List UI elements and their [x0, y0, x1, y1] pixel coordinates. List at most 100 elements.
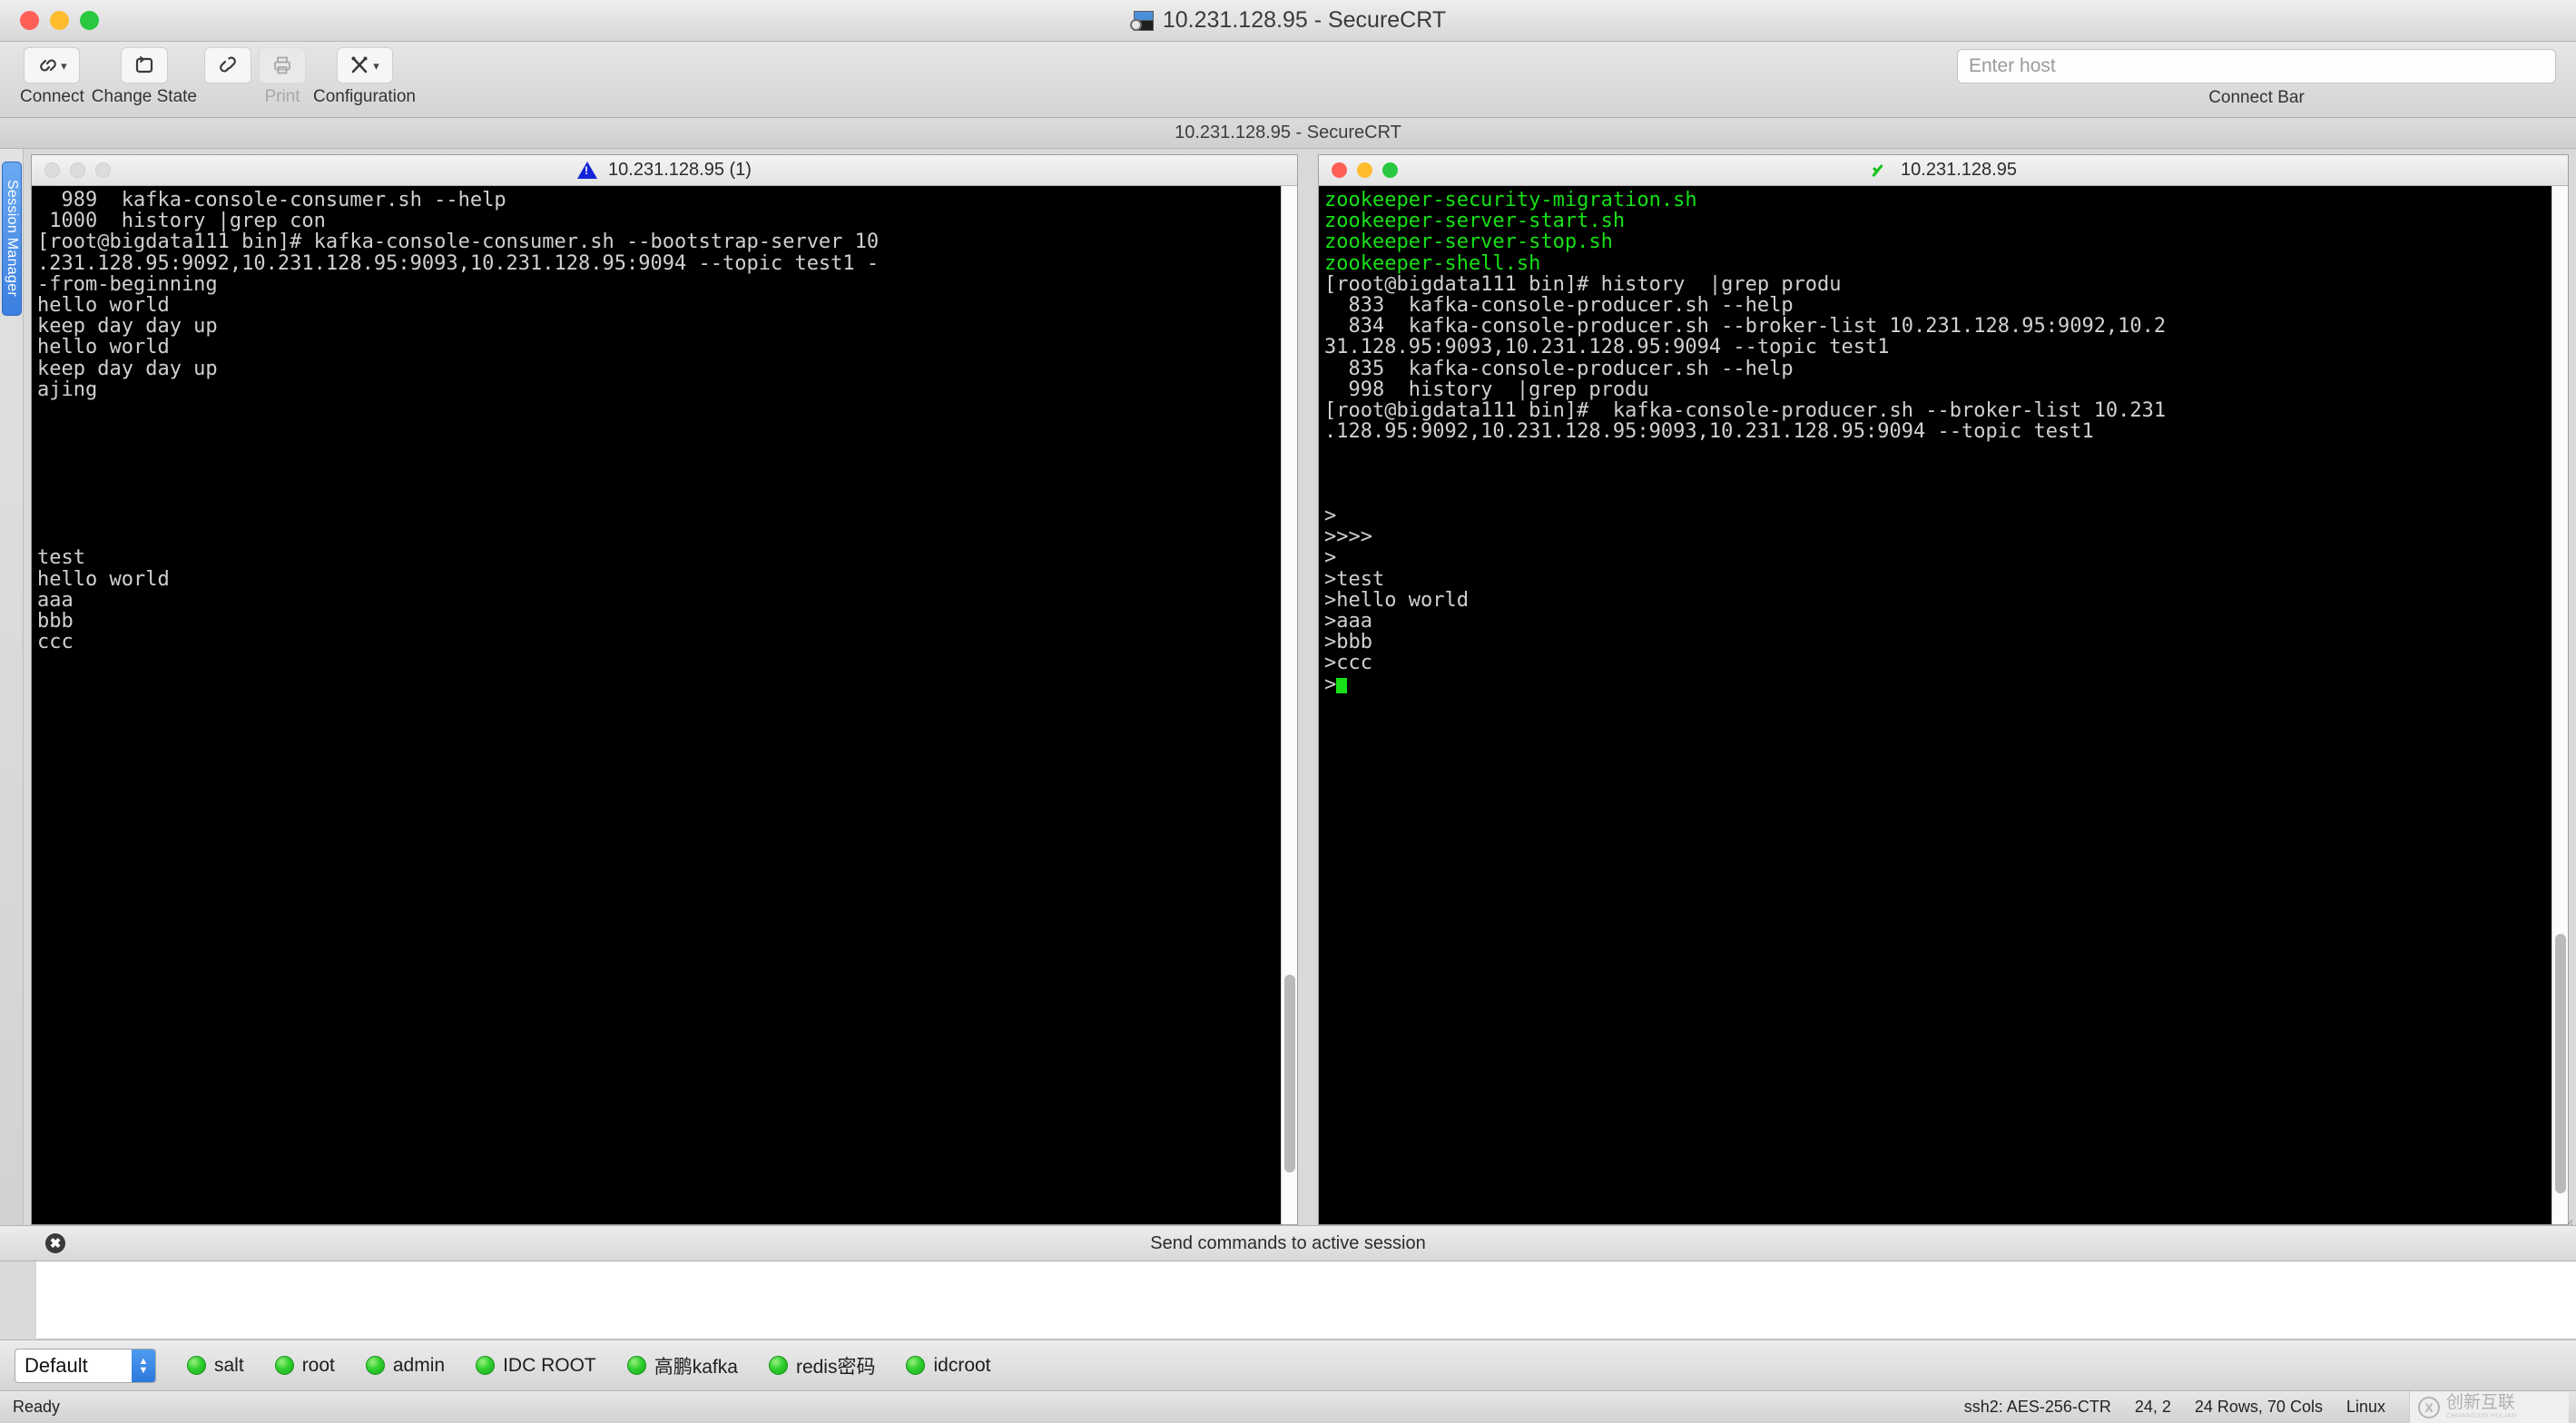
- session-manager-tab[interactable]: Session Manager: [2, 162, 22, 316]
- change-state-button[interactable]: [120, 47, 168, 83]
- right-pane-maximize-button[interactable]: [1382, 162, 1398, 178]
- terminal-pane-left[interactable]: 10.231.128.95 (1) 989 kafka-console-cons…: [31, 154, 1298, 1225]
- terminal-line: keep day day up: [37, 315, 218, 339]
- maximize-window-button[interactable]: [80, 11, 99, 30]
- button-bar-item-label: salt: [214, 1354, 244, 1376]
- right-pane-title-group: 10.231.128.95: [1319, 160, 2568, 181]
- button-bar-item-1[interactable]: root: [274, 1355, 335, 1377]
- terminal-line: ajing: [37, 378, 98, 401]
- left-pane-close-button[interactable]: [44, 162, 60, 178]
- link-icon: [40, 59, 56, 72]
- button-bar-item-6[interactable]: idcroot: [906, 1355, 991, 1377]
- configuration-button[interactable]: ▾: [336, 47, 393, 83]
- watermark-subtext: CHUANGXIN HULIAN: [2446, 1413, 2517, 1420]
- tab-session-main[interactable]: 10.231.128.95 - SecureCRT: [1175, 123, 1401, 143]
- pane-splitter[interactable]: [1298, 154, 1318, 1225]
- session-manager-sidebar: Session Manager: [0, 149, 24, 1225]
- terminal-line: >test: [1324, 567, 1385, 591]
- right-terminal-scrollbar[interactable]: [2551, 186, 2568, 1224]
- right-pane-close-button[interactable]: [1332, 162, 1347, 178]
- close-window-button[interactable]: [20, 11, 39, 30]
- left-terminal-output[interactable]: 989 kafka-console-consumer.sh --help 100…: [32, 186, 1281, 1224]
- window-titlebar: 10.231.128.95 - SecureCRT: [0, 0, 2576, 42]
- button-bar-item-label: redis密码: [795, 1356, 876, 1378]
- terminal-line: >hello world: [1324, 588, 1469, 612]
- right-scrollbar-thumb[interactable]: [2555, 933, 2566, 1193]
- button-bar: Default ▲ ▼ salt root admin IDC ROOT 高鹏kafka…: [0, 1340, 2576, 1390]
- toolbar-print: Print: [258, 47, 306, 107]
- send-commands-label: Send commands to active session: [1150, 1232, 1426, 1253]
- close-icon[interactable]: ✖: [45, 1233, 65, 1253]
- terminal-panes: 10.231.128.95 (1) 989 kafka-console-cons…: [24, 149, 2576, 1231]
- chevron-down-icon[interactable]: ▼: [139, 1365, 149, 1375]
- button-bar-item-4[interactable]: 高鹏kafka: [626, 1352, 738, 1379]
- left-scrollbar-thumb[interactable]: [1284, 975, 1295, 1173]
- main-toolbar: ▾ Connect Change State Print ▾ Configura…: [0, 42, 2576, 118]
- button-bar-item-0[interactable]: salt: [187, 1355, 244, 1377]
- right-pane-traffic-lights: [1319, 162, 1398, 178]
- terminal-line: 1000 history |grep con: [37, 210, 326, 233]
- disconnect-button[interactable]: [203, 47, 251, 83]
- left-pane-minimize-button[interactable]: [70, 162, 85, 178]
- right-pane-minimize-button[interactable]: [1357, 162, 1372, 178]
- status-led-icon: [476, 1356, 496, 1375]
- button-bar-item-5[interactable]: redis密码: [768, 1352, 876, 1379]
- toolbar-connect[interactable]: ▾ Connect: [20, 47, 84, 107]
- terminal-line: .231.128.95:9092,10.231.128.95:9093,10.2…: [37, 251, 880, 275]
- left-pane-maximize-button[interactable]: [95, 162, 111, 178]
- terminal-line: zookeeper-server-stop.sh: [1324, 231, 1613, 254]
- toolbar-disconnect[interactable]: [203, 47, 251, 87]
- terminal-pane-right[interactable]: 10.231.128.95 zookeeper-security-migrati…: [1318, 154, 2569, 1225]
- button-bar-item-2[interactable]: admin: [365, 1355, 445, 1377]
- watermark-logo-icon: X: [2418, 1396, 2440, 1418]
- right-pane-title: 10.231.128.95: [1901, 160, 2017, 180]
- status-ready-text: Ready: [13, 1398, 61, 1416]
- stepper-icon[interactable]: ▲ ▼: [132, 1349, 155, 1382]
- connect-button[interactable]: ▾: [24, 47, 81, 83]
- change-state-label: Change State: [91, 87, 197, 106]
- status-led-icon: [365, 1356, 385, 1375]
- window-title-group: 10.231.128.95 - SecureCRT: [0, 7, 2576, 34]
- terminal-line: 833 kafka-console-producer.sh --help: [1324, 294, 1794, 318]
- minimize-window-button[interactable]: [50, 11, 69, 30]
- button-bar-item-3[interactable]: IDC ROOT: [476, 1355, 596, 1377]
- terminal-line: zookeeper-security-migration.sh: [1324, 189, 1697, 211]
- chevron-up-icon[interactable]: ▲: [139, 1356, 149, 1366]
- block-cursor: [1336, 677, 1348, 693]
- chevron-down-icon[interactable]: ▾: [373, 60, 379, 72]
- button-bar-group-select[interactable]: Default ▲ ▼: [15, 1348, 156, 1383]
- terminal-prompt-line: >: [1324, 674, 2551, 695]
- send-commands-bar: ✖ Send commands to active session: [0, 1225, 2576, 1261]
- terminal-line: >ccc: [1324, 652, 1372, 675]
- printer-icon: [274, 56, 290, 74]
- connect-label: Connect: [20, 87, 84, 106]
- terminal-line: >>>>: [1324, 525, 1372, 549]
- terminal-line: hello world: [37, 567, 170, 591]
- terminal-line: keep day day up: [37, 357, 218, 380]
- terminal-line: >: [1324, 505, 1337, 528]
- workspace: Session Manager 10.231.128.95 (1): [0, 149, 2576, 1231]
- status-bar: Ready ssh2: AES-256-CTR 24, 2 24 Rows, 7…: [0, 1390, 2576, 1423]
- watermark: X 创新互联 CHUANGXIN HULIAN: [2409, 1390, 2569, 1423]
- terminal-line: zookeeper-server-start.sh: [1324, 210, 1626, 233]
- window-traffic-lights: [0, 11, 99, 30]
- terminal-line: zookeeper-shell.sh: [1324, 251, 1541, 275]
- left-terminal-wrap: 989 kafka-console-consumer.sh --help 100…: [32, 186, 1297, 1224]
- send-commands-input[interactable]: [36, 1261, 2576, 1340]
- left-terminal-scrollbar[interactable]: [1281, 186, 1297, 1224]
- toolbar-change-state[interactable]: Change State: [92, 47, 197, 107]
- right-terminal-output[interactable]: zookeeper-security-migration.sh zookeeper…: [1319, 186, 2551, 1224]
- host-input[interactable]: [1957, 49, 2556, 83]
- terminal-line: aaa: [37, 588, 74, 612]
- repeat-icon: [135, 56, 152, 74]
- connect-bar-label: Connect Bar: [2208, 88, 2305, 107]
- chevron-down-icon[interactable]: ▾: [61, 60, 67, 72]
- check-icon: [1870, 161, 1890, 181]
- toolbar-configuration[interactable]: ▾ Configuration: [313, 47, 416, 107]
